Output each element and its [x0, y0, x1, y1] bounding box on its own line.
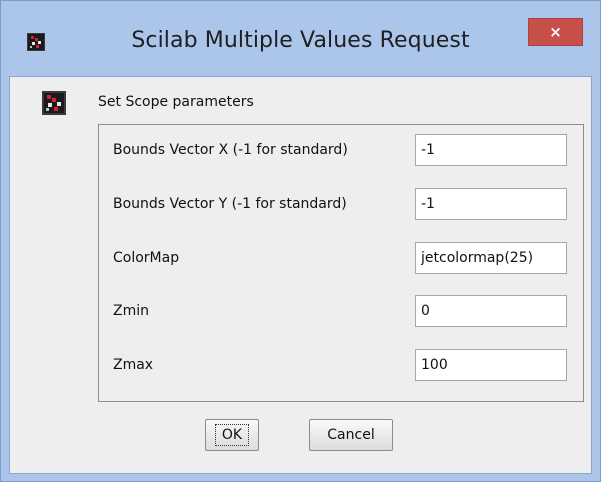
field-label: Bounds Vector Y (-1 for standard) [113, 196, 347, 212]
close-icon: × [549, 23, 562, 41]
parameters-panel: Bounds Vector X (-1 for standard) Bounds… [98, 124, 584, 402]
ok-button[interactable]: OK [205, 419, 259, 451]
ok-button-label: OK [214, 424, 250, 446]
window-title: Scilab Multiple Values Request [131, 28, 470, 53]
field-row-zmax: Zmax [99, 347, 583, 385]
zmin-input[interactable] [415, 295, 567, 327]
field-row-zmin: Zmin [99, 293, 583, 331]
field-row-colormap: ColorMap [99, 240, 583, 278]
field-label: Zmin [113, 303, 149, 319]
cancel-button[interactable]: Cancel [309, 419, 393, 451]
cancel-button-label: Cancel [327, 427, 375, 443]
scilab-logo-icon [42, 91, 66, 115]
dialog-content: Set Scope parameters Bounds Vector X (-1… [9, 76, 592, 474]
field-row-bounds-y: Bounds Vector Y (-1 for standard) [99, 186, 583, 224]
bounds-x-input[interactable] [415, 134, 567, 166]
field-label: ColorMap [113, 250, 180, 266]
dialog-header-label: Set Scope parameters [98, 94, 254, 110]
field-label: Zmax [113, 357, 154, 373]
close-button[interactable]: × [528, 18, 583, 46]
field-label: Bounds Vector X (-1 for standard) [113, 142, 348, 158]
field-row-bounds-x: Bounds Vector X (-1 for standard) [99, 132, 583, 170]
zmax-input[interactable] [415, 349, 567, 381]
dialog-window: Scilab Multiple Values Request × Set Sco… [0, 0, 601, 482]
bounds-y-input[interactable] [415, 188, 567, 220]
colormap-input[interactable] [415, 242, 567, 274]
title-bar[interactable]: Scilab Multiple Values Request × [1, 1, 600, 81]
